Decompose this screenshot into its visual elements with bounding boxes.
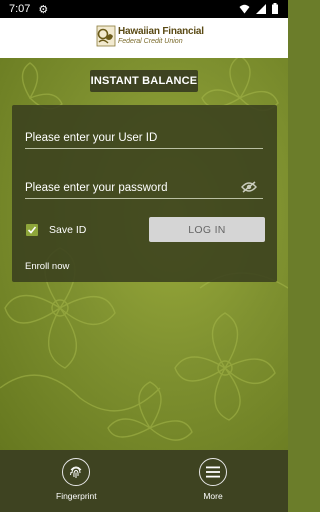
save-id-label: Save ID	[49, 224, 87, 236]
app-header: Hawaiian Financial Federal Credit Union	[0, 18, 288, 58]
password-placeholder: Please enter your password	[25, 182, 168, 194]
enroll-now-link[interactable]: Enroll now	[25, 261, 69, 272]
status-bar: 7:07 ⚙	[0, 0, 288, 18]
menu-icon[interactable]	[199, 458, 227, 486]
save-id-checkbox[interactable]	[26, 224, 38, 236]
wifi-icon	[239, 4, 250, 17]
logo-subtitle: Federal Credit Union	[118, 38, 183, 45]
bottom-nav: Fingerprint More	[0, 450, 288, 512]
hfcu-logo: Hawaiian Financial Federal Credit Union	[96, 25, 204, 47]
fingerprint-label: Fingerprint	[56, 491, 97, 501]
user-id-placeholder: Please enter your User ID	[25, 132, 158, 144]
logo-title: Hawaiian Financial	[118, 26, 204, 37]
save-id-option[interactable]: Save ID	[26, 224, 86, 236]
user-id-field[interactable]: Please enter your User ID	[25, 132, 263, 149]
login-panel: Please enter your User ID Please enter y…	[12, 105, 277, 282]
hide-password-eye-icon[interactable]	[241, 181, 257, 196]
status-time: 7:07	[9, 3, 31, 15]
signal-icon	[256, 3, 266, 17]
fingerprint-icon[interactable]	[62, 458, 91, 486]
settings-gear-icon: ⚙	[38, 3, 49, 16]
instant-balance-button[interactable]: INSTANT BALANCE	[90, 70, 198, 92]
log-in-button[interactable]: LOG IN	[149, 217, 265, 242]
more-label: More	[203, 491, 223, 501]
battery-icon	[272, 3, 278, 17]
password-field[interactable]: Please enter your password	[25, 181, 263, 199]
logo-mark-icon	[96, 25, 116, 47]
fingerprint-nav-item[interactable]: Fingerprint	[56, 458, 97, 501]
more-nav-item[interactable]: More	[199, 458, 227, 501]
